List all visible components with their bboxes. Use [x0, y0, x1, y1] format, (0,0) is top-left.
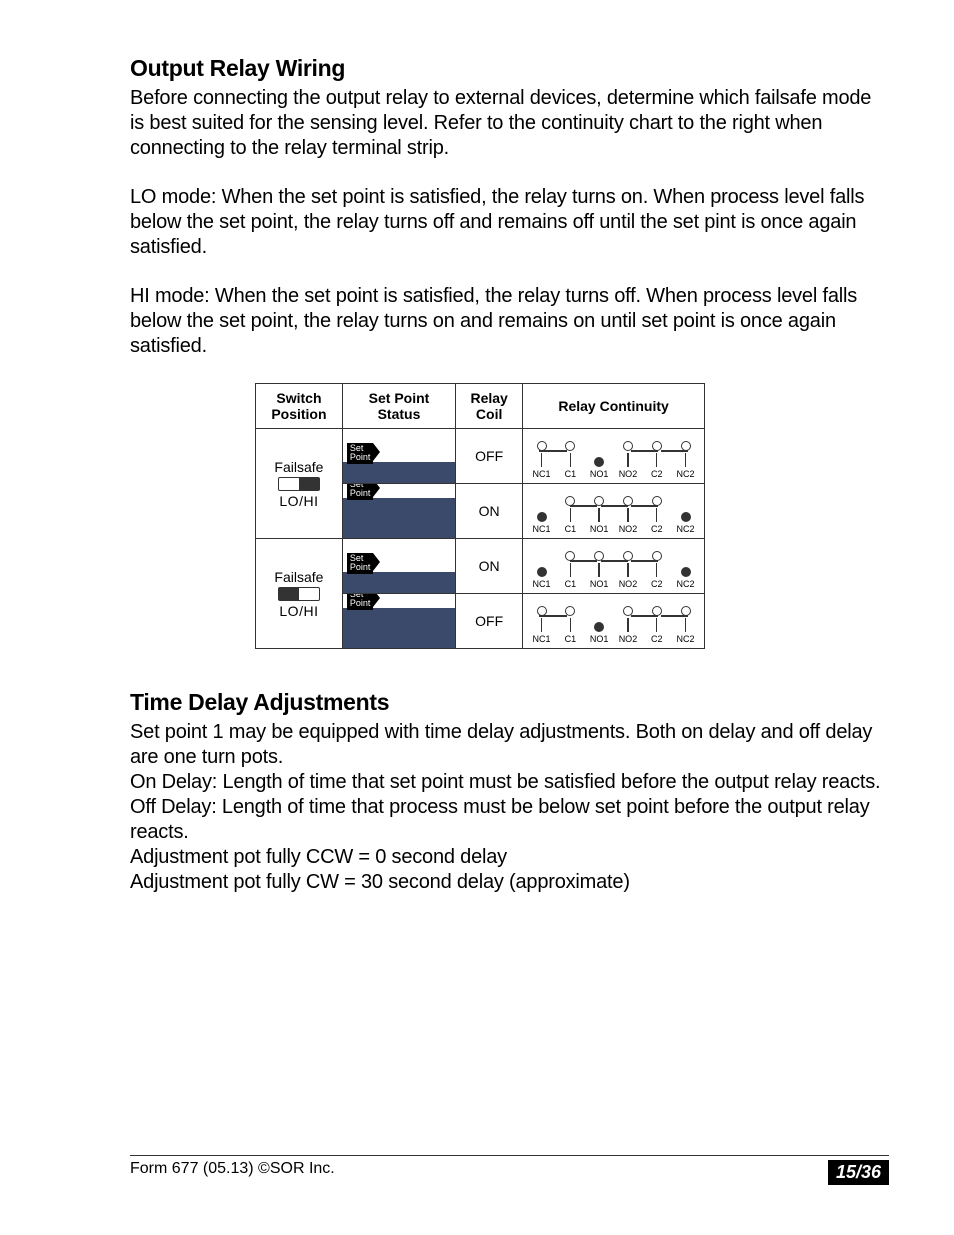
setpoint-status-cell: SetPoint — [342, 429, 455, 484]
pin-label: NC1 — [533, 634, 551, 644]
pin-label: NC2 — [677, 634, 695, 644]
relay-coil-cell: OFF — [456, 429, 523, 484]
pin-label: NO1 — [590, 524, 609, 534]
relay-table: SwitchPosition Set PointStatus RelayCoil… — [255, 383, 705, 649]
pin-label: NO2 — [619, 469, 638, 479]
pin-label: C1 — [565, 524, 577, 534]
th-relay-coil: RelayCoil — [456, 384, 523, 429]
lo-hi-label: LO/HI — [256, 603, 342, 619]
pin-label: NC2 — [677, 469, 695, 479]
continuity-cell: NC1 C1 NO1 NO2 C2 NC2 — [523, 539, 705, 594]
dip-switch-icon — [278, 587, 320, 601]
paragraph: Adjustment pot fully CW = 30 second dela… — [130, 870, 889, 895]
dip-switch-icon — [278, 477, 320, 491]
setpoint-status-cell: SetPoint — [342, 539, 455, 594]
setpoint-status-cell: SetPoint — [342, 484, 455, 539]
pin-label: C2 — [651, 524, 663, 534]
pin-label: NC1 — [533, 524, 551, 534]
pin-label: NC2 — [677, 579, 695, 589]
pin-label: C1 — [565, 579, 577, 589]
set-point-flag-icon: SetPoint — [347, 553, 374, 574]
continuity-cell: NC1 C1 NO1 NO2 C2 NC2 — [523, 484, 705, 539]
page-number: 15/36 — [828, 1160, 889, 1185]
paragraph: HI mode: When the set point is satisfied… — [130, 284, 889, 359]
paragraph: Before connecting the output relay to ex… — [130, 86, 889, 161]
set-point-flag-icon: SetPoint — [347, 484, 374, 500]
pin-label: NC1 — [533, 579, 551, 589]
pin-label: NC2 — [677, 524, 695, 534]
failsafe-label: Failsafe — [256, 569, 342, 585]
setpoint-status-cell: SetPoint — [342, 594, 455, 649]
th-switch-position: SwitchPosition — [256, 384, 343, 429]
footer-text: Form 677 (05.13) ©SOR Inc. — [130, 1160, 335, 1178]
relay-coil-cell: OFF — [456, 594, 523, 649]
failsafe-label: Failsafe — [256, 459, 342, 475]
pin-label: C1 — [565, 634, 577, 644]
relay-coil-cell: ON — [456, 484, 523, 539]
pin-label: C2 — [651, 579, 663, 589]
paragraph: Set point 1 may be equipped with time de… — [130, 720, 889, 770]
heading-output-relay: Output Relay Wiring — [130, 55, 889, 82]
page-footer: Form 677 (05.13) ©SOR Inc. 15/36 — [130, 1155, 889, 1185]
paragraph: LO mode: When the set point is satisfied… — [130, 185, 889, 260]
paragraph: Adjustment pot fully CCW = 0 second dela… — [130, 845, 889, 870]
th-relay-continuity: Relay Continuity — [523, 384, 705, 429]
set-point-flag-icon: SetPoint — [347, 594, 374, 610]
set-point-flag-icon: SetPoint — [347, 443, 374, 464]
pin-label: C1 — [565, 469, 577, 479]
pin-label: C2 — [651, 469, 663, 479]
continuity-cell: NC1 C1 NO1 NO2 C2 NC2 — [523, 594, 705, 649]
continuity-cell: NC1 C1 NO1 NO2 C2 NC2 — [523, 429, 705, 484]
pin-label: C2 — [651, 634, 663, 644]
lo-hi-label: LO/HI — [256, 493, 342, 509]
pin-label: NO1 — [590, 469, 609, 479]
pin-label: NO1 — [590, 579, 609, 589]
switch-position-cell: Failsafe LO/HI — [256, 429, 343, 539]
paragraph: On Delay: Length of time that set point … — [130, 770, 889, 795]
switch-position-cell: Failsafe LO/HI — [256, 539, 343, 649]
pin-label: NO1 — [590, 634, 609, 644]
paragraph: Off Delay: Length of time that process m… — [130, 795, 889, 845]
pin-label: NO2 — [619, 579, 638, 589]
pin-label: NO2 — [619, 524, 638, 534]
pin-label: NC1 — [533, 469, 551, 479]
relay-coil-cell: ON — [456, 539, 523, 594]
heading-time-delay: Time Delay Adjustments — [130, 689, 889, 716]
th-set-point-status: Set PointStatus — [342, 384, 455, 429]
pin-label: NO2 — [619, 634, 638, 644]
